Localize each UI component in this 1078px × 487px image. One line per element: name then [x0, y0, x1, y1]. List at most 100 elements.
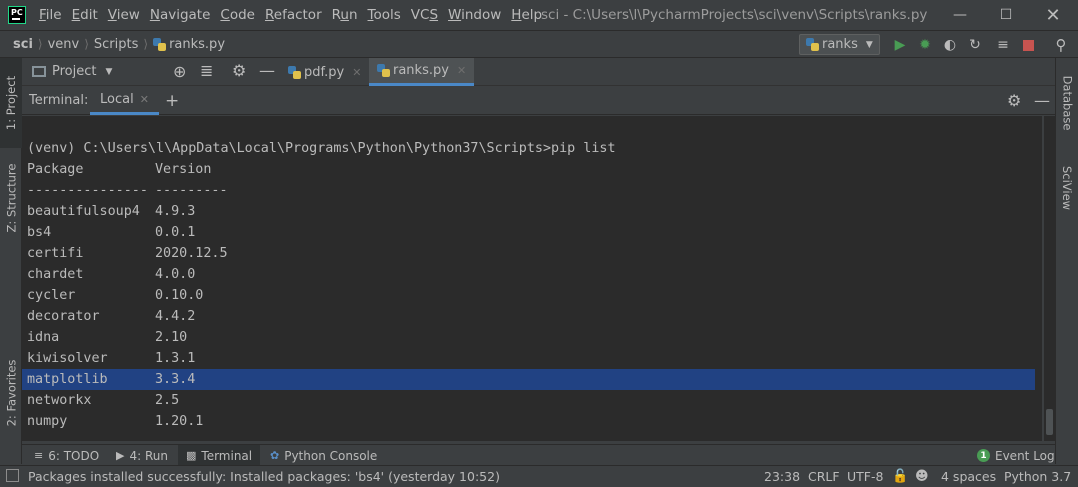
event-log-tool-tab[interactable]: 1 Event Log: [977, 445, 1055, 466]
title-bar: PC File Edit View Navigate Code Refactor Run To…: [0, 0, 1078, 30]
project-tool-tab[interactable]: 1: Project: [0, 58, 22, 148]
file-encoding[interactable]: UTF-8: [847, 466, 883, 487]
add-terminal-icon[interactable]: +: [165, 91, 179, 111]
database-tool-tab[interactable]: Database: [1056, 63, 1078, 143]
sciview-tool-tab[interactable]: SciView: [1056, 153, 1078, 223]
package-version: 0.0.1: [155, 225, 196, 240]
menu-item-refactor[interactable]: Refactor: [260, 0, 327, 30]
package-row: beautifulsoup4 4.9.3: [27, 201, 195, 222]
terminal-header: Terminal: Local ✕ + ⚙ —: [22, 87, 1055, 115]
gear-icon[interactable]: ⚙: [232, 61, 246, 80]
python-console-tool-tab[interactable]: ✿ Python Console: [262, 445, 385, 466]
project-view-label: Project: [52, 64, 97, 79]
coverage-icon[interactable]: ◐: [941, 36, 959, 54]
collapse-all-icon[interactable]: ≣: [200, 61, 213, 80]
terminal-output[interactable]: (venv) C:\Users\l\AppData\Local\Programs…: [22, 116, 1042, 441]
package-version: 4.0.0: [155, 267, 196, 282]
terminal-tool-tab[interactable]: ▩ Terminal: [178, 445, 261, 466]
inspector-icon[interactable]: ☻: [915, 466, 929, 487]
chevron-down-icon: ▼: [105, 66, 113, 77]
run-configuration-label: ranks: [822, 37, 858, 52]
menu-item-code[interactable]: Code: [215, 0, 260, 30]
hide-icon[interactable]: —: [1034, 91, 1050, 110]
chevron-right-icon: ⟩: [84, 37, 89, 51]
package-version: 4.9.3: [155, 204, 196, 219]
stop-icon[interactable]: [1019, 36, 1037, 54]
gear-icon[interactable]: ⚙: [1007, 91, 1021, 110]
lock-icon[interactable]: 🔓: [892, 466, 908, 487]
package-name: networkx: [27, 393, 92, 408]
package-version: 2020.12.5: [155, 246, 228, 261]
python-interpreter[interactable]: Python 3.7: [1004, 466, 1071, 487]
run-icon[interactable]: ▶: [891, 36, 909, 54]
left-tool-strip: 1: Project Z: Structure 2: Favorites: [0, 58, 22, 464]
menu-item-edit[interactable]: Edit: [67, 0, 103, 30]
close-icon[interactable]: ✕: [140, 93, 149, 106]
tab-pdf-py[interactable]: pdf.py ✕: [280, 58, 369, 86]
line-separator[interactable]: CRLF: [808, 466, 840, 487]
terminal-icon: ▩: [186, 449, 197, 462]
breadcrumb-scripts[interactable]: Scripts: [94, 37, 138, 52]
chevron-right-icon: ⟩: [37, 37, 43, 51]
package-row: matplotlib 3.3.4: [22, 369, 1035, 390]
package-name: cycler: [27, 288, 76, 303]
terminal-prompt-line: (venv) C:\Users\l\AppData\Local\Programs…: [27, 141, 616, 156]
package-row: bs4 0.0.1: [27, 222, 195, 243]
package-name: decorator: [27, 309, 100, 324]
run-icon: ▶: [116, 449, 125, 462]
python-file-icon: [288, 65, 301, 79]
tool-windows-icon[interactable]: [6, 469, 19, 482]
structure-tool-tab[interactable]: Z: Structure: [0, 153, 22, 243]
status-message[interactable]: Packages installed successfully: Install…: [28, 466, 500, 487]
favorites-tool-tab[interactable]: 2: Favorites: [0, 348, 22, 438]
tab-ranks-py[interactable]: ranks.py ✕: [369, 58, 475, 86]
crosshair-icon[interactable]: ⊕: [173, 62, 186, 81]
run-configuration-select[interactable]: ranks ▼: [799, 34, 880, 55]
indent-setting[interactable]: 4 spaces: [941, 466, 996, 487]
scrollbar-thumb[interactable]: [1046, 409, 1053, 435]
bottom-tool-tabs: ≡ 6: TODO ▶ 4: Run ▩ Terminal ✿ Python C…: [22, 444, 1055, 466]
close-icon[interactable]: ✕: [352, 66, 361, 79]
caret-position[interactable]: 23:38: [764, 466, 800, 487]
search-icon[interactable]: ⚲: [1052, 36, 1070, 54]
debug-icon[interactable]: ✹: [916, 36, 934, 54]
menu-item-view[interactable]: View: [103, 0, 145, 30]
package-name: bs4: [27, 225, 52, 240]
menu-item-window[interactable]: Window: [443, 0, 506, 30]
package-version: 2.5: [155, 393, 180, 408]
menu-item-vcs[interactable]: VCS: [406, 0, 443, 30]
breadcrumb-sci[interactable]: sci: [13, 37, 33, 52]
package-row: kiwisolver 1.3.1: [27, 348, 195, 369]
hide-icon[interactable]: —: [259, 61, 275, 80]
package-version: 3.3.4: [155, 372, 196, 387]
todo-tool-tab[interactable]: ≡ 6: TODO: [26, 445, 107, 466]
concurrency-icon[interactable]: ≡: [994, 36, 1012, 54]
package-name: numpy: [27, 414, 68, 429]
menu-item-navigate[interactable]: Navigate: [145, 0, 216, 30]
menu-item-file[interactable]: File: [34, 0, 67, 30]
breadcrumb-venv[interactable]: venv: [48, 37, 80, 52]
package-version: 1.20.1: [155, 414, 204, 429]
terminal-header-line: Package Version: [27, 162, 212, 177]
terminal-scrollbar[interactable]: [1044, 116, 1055, 441]
close-window-icon[interactable]: ✕: [1030, 0, 1076, 30]
package-name: certifi: [27, 246, 84, 261]
package-version: 4.4.2: [155, 309, 196, 324]
menu-item-run[interactable]: Run: [327, 0, 363, 30]
editor-tab-row: Project ▼ ⊕ ≣ ⚙ — pdf.py ✕ ranks.py ✕: [22, 58, 1055, 86]
profile-icon[interactable]: ↻: [966, 36, 984, 54]
close-icon[interactable]: ✕: [457, 64, 466, 77]
project-view-select[interactable]: Project ▼: [32, 64, 112, 79]
menu-item-tools[interactable]: Tools: [363, 0, 406, 30]
status-bar: Packages installed successfully: Install…: [0, 465, 1078, 487]
terminal-tab-local[interactable]: Local ✕: [90, 87, 159, 115]
python-icon: ✿: [270, 449, 280, 462]
breadcrumb-ranks-py[interactable]: ranks.py: [153, 37, 225, 52]
maximize-icon[interactable]: ☐: [983, 0, 1029, 30]
minimize-icon[interactable]: —: [937, 0, 983, 30]
list-icon: ≡: [34, 449, 44, 462]
terminal-divider-line: --------------- ---------: [27, 183, 228, 198]
menu-bar: File Edit View Navigate Code Refactor Run Tools…: [34, 0, 547, 30]
terminal-title: Terminal:: [29, 93, 89, 108]
run-tool-tab[interactable]: ▶ 4: Run: [108, 445, 176, 466]
